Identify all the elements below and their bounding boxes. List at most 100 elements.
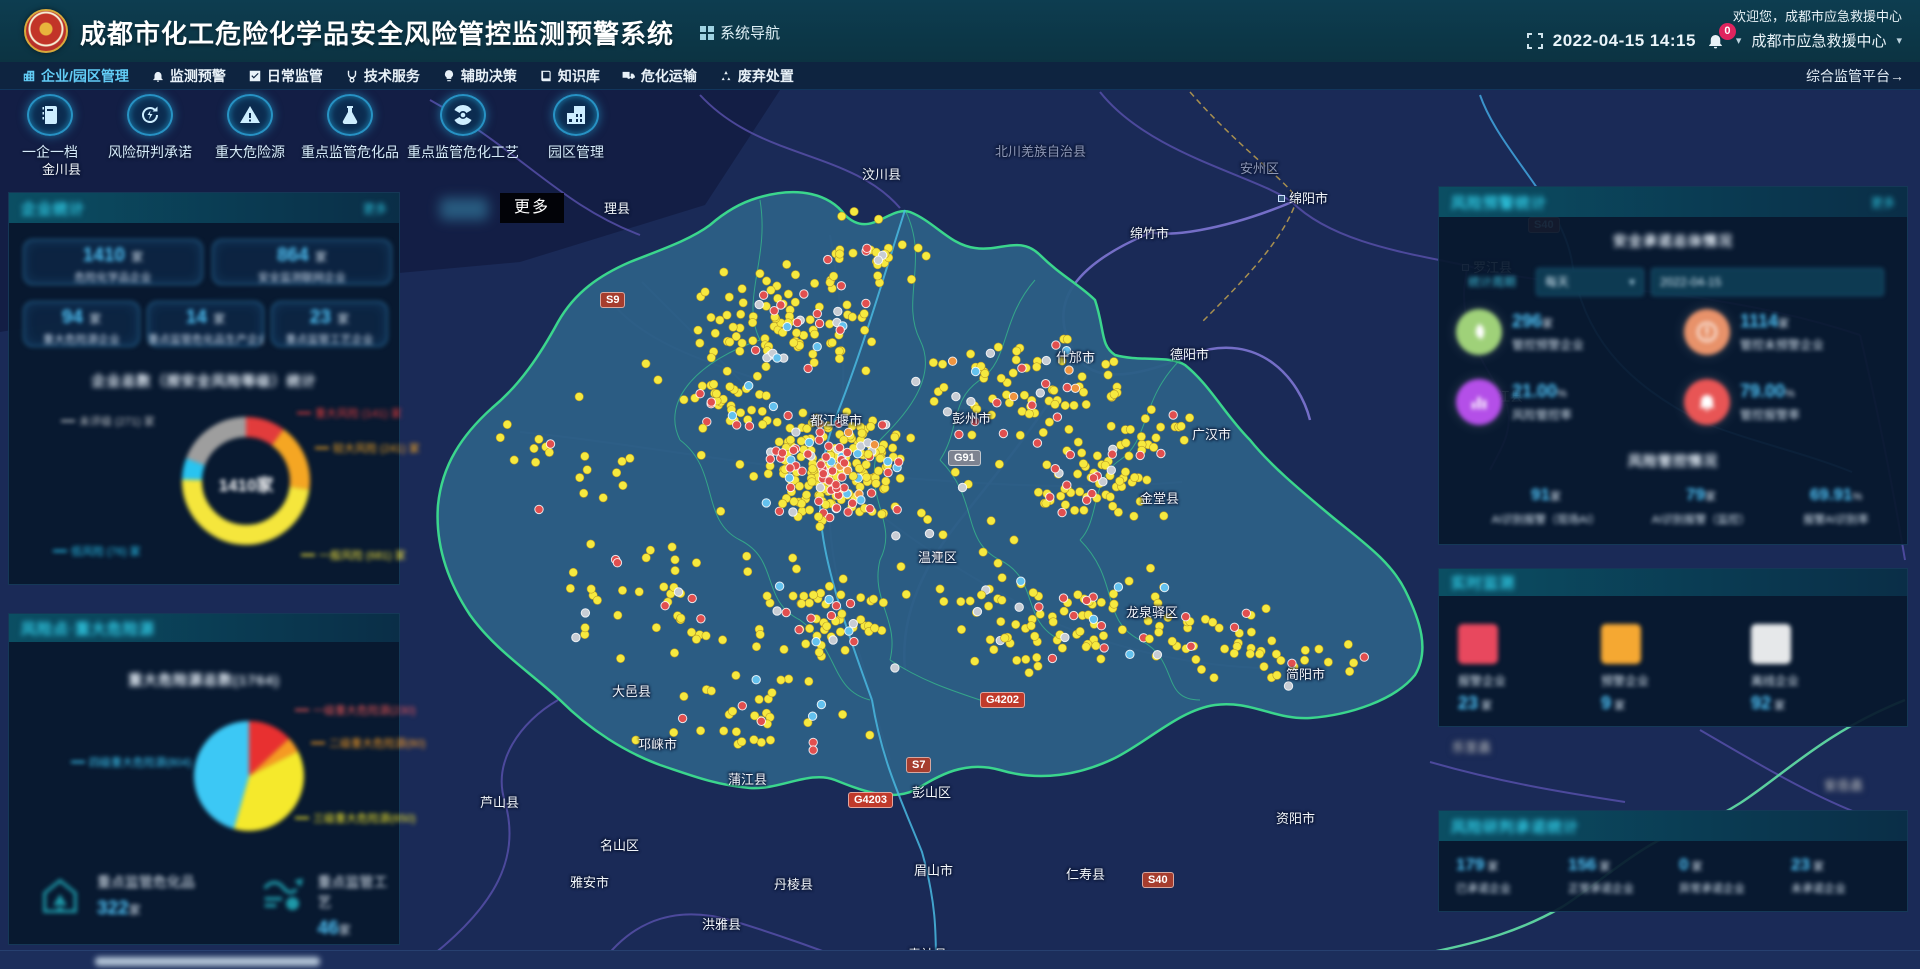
map-label-text: 丹棱县 (774, 877, 813, 892)
panel-body: 179 家已承诺企业156 家正常承诺企业0 家异常承诺企业23 家未承诺企业 (1439, 811, 1907, 911)
map-label-邛崃市: 邛崃市 (638, 734, 677, 753)
donut-segment-未评级[interactable] (196, 427, 247, 462)
stat-label: 安全监测联网企业 (213, 269, 391, 285)
map-label-温江区: 温江区 (918, 547, 957, 566)
subnav-item-重点监管危化工艺[interactable]: 重点监管危化工艺 (400, 92, 526, 162)
chevron-down-icon[interactable]: ▾ (1736, 34, 1742, 47)
date-input[interactable]: 2022-04-15 (1651, 268, 1884, 296)
app-header: 成都市化工危险化学品安全风险管控监测预警系统 系统导航 欢迎您，成都市应急救援中… (0, 0, 1920, 62)
recycle-icon (719, 69, 733, 83)
period-select[interactable]: 每天▾ (1536, 268, 1644, 296)
bulb-icon (442, 69, 456, 83)
subnav-item-重点监管危化品[interactable]: 重点监管危化品 (300, 92, 400, 162)
blurred-map-label (440, 198, 488, 220)
enterprise-panel: 企业统计 更多 企业总数（按安全风险等级）统计 1410家 1410 家危险化学… (8, 192, 400, 585)
subnav-item-一企一档[interactable]: 一企一档 (0, 92, 100, 162)
monitor-item-报警企业: 报警企业23 家 (1458, 624, 1506, 714)
label-tick (311, 742, 325, 744)
subnav-item-园区管理[interactable]: 园区管理 (526, 92, 626, 162)
subnav-item-label: 重点监管危化品 (301, 142, 399, 162)
flask-icon (327, 94, 373, 136)
stat-unit: 家 (334, 312, 349, 326)
notifications-button[interactable]: 0 (1706, 31, 1726, 51)
subnav-item-label: 一企一档 (22, 142, 78, 162)
map-label-理县: 理县 (604, 198, 630, 217)
label-tick (297, 412, 311, 414)
process-icon (451, 103, 475, 127)
status-square (1751, 624, 1791, 664)
stat-value: 14 家 (148, 307, 263, 329)
stat-box-重点监管危化品生产企业[interactable]: 14 家重点监管危化品生产企业 (147, 301, 264, 347)
stat-unit: 家 (1550, 491, 1561, 503)
stat-box-危险化学品企业[interactable]: 1410 家危险化学品企业 (23, 239, 203, 285)
nav-item-日常监管[interactable]: 日常监管 (248, 66, 323, 86)
nav-item-监测预警[interactable]: 监测预警 (151, 66, 226, 86)
warning-icon (227, 94, 273, 136)
user-menu[interactable]: 成都市应急救援中心 (1751, 30, 1886, 51)
subnav-item-label: 园区管理 (548, 142, 604, 162)
platform-link[interactable]: 综合监管平台→ (1806, 66, 1904, 86)
pie-label: 三级重大危险源(650) (295, 810, 416, 826)
stat-unit: % (1785, 388, 1795, 400)
fullscreen-icon[interactable] (1527, 33, 1543, 49)
kpi-label: 重点监管危化品 (97, 872, 195, 892)
monitor-item-离线企业: 离线企业92 家 (1751, 624, 1799, 714)
donut-segment-低风险[interactable] (192, 462, 196, 480)
commitment-stat: 179 家已承诺企业 (1456, 855, 1511, 896)
stat-box-重点监管工艺企业[interactable]: 23 家重点监管工艺企业 (271, 301, 388, 347)
subnav-item-重大危险源[interactable]: 重大危险源 (200, 92, 300, 162)
item-value: 92 家 (1751, 693, 1799, 714)
system-nav-button[interactable]: 系统导航 (700, 22, 780, 43)
check-icon (248, 69, 262, 83)
stat-value: 296家 (1512, 311, 1584, 332)
map-label-蒲江县: 蒲江县 (728, 769, 767, 788)
panel-body: 重大危险源总数(1764) 一级重大危险源(230)二级重大危险源(80)三级重… (9, 614, 399, 944)
map-label-text: 资阳市 (1276, 811, 1315, 826)
chevron-down-icon[interactable]: ▾ (1896, 34, 1902, 47)
map-label-金堂县: 金堂县 (1140, 488, 1179, 507)
item-label: 预警企业 (1601, 672, 1649, 689)
footer-strip (0, 950, 1920, 969)
map-label-text: 龙泉驿区 (1126, 605, 1178, 620)
map-label-text: 德阳市 (1170, 347, 1209, 362)
map-label-text: 金堂县 (1140, 491, 1179, 506)
nav-item-label: 废弃处置 (738, 66, 794, 86)
alert-icon (1695, 320, 1719, 344)
map-label-text: 眉山市 (914, 863, 953, 878)
subnav-item-风险研判承诺[interactable]: 风险研判承诺 (100, 92, 200, 162)
nav-items: 企业/园区管理 监测预警 日常监管 技术服务 辅助决策 知识库 危化运输 废弃处置 (0, 66, 794, 86)
monitor-panel: 实时监测 报警企业23 家预警企业9 家离线企业92 家 (1438, 568, 1908, 727)
nav-item-知识库[interactable]: 知识库 (539, 66, 600, 86)
map-label-安岳县: 安岳县 (1824, 775, 1863, 794)
leaf-icon (1467, 320, 1491, 344)
home-shield-icon (37, 872, 83, 918)
nav-item-企业/园区管理[interactable]: 企业/园区管理 (22, 66, 129, 86)
item-value: 9 家 (1601, 693, 1649, 714)
nav-item-危化运输[interactable]: 危化运输 (622, 66, 697, 86)
nav-item-辅助决策[interactable]: 辅助决策 (442, 66, 517, 86)
home-shield-icon (37, 872, 85, 920)
stat-label: 管控未预警企业 (1740, 336, 1824, 353)
donut-segment-重大风险[interactable] (246, 427, 278, 437)
warning-stat-管控预警企业: 296家管控预警企业 (1456, 309, 1584, 355)
stat-box-重大危险源企业[interactable]: 94 家重大危险源企业 (23, 301, 140, 347)
leaf-icon (1456, 309, 1502, 355)
stat-unit: 家 (1705, 491, 1716, 503)
label-tick (61, 420, 75, 422)
stat-value: 94 家 (24, 307, 139, 329)
map-more-button[interactable]: 更多 (500, 193, 564, 223)
stat-unit: % (1557, 388, 1567, 400)
label-text: 四级重大危险源(804) (89, 757, 192, 769)
donut-label: 较大风险 (241) 家 (315, 440, 420, 456)
process-flow-icon (259, 872, 306, 920)
stat-box-安全监测联网企业[interactable]: 864 家安全监测联网企业 (212, 239, 392, 285)
map-label-text: 理县 (604, 201, 630, 216)
kpi-重点监管工艺: 重点监管工艺46家 (259, 872, 399, 940)
map-label-绵阳市: 绵阳市 (1278, 188, 1328, 207)
status-square (1458, 624, 1498, 664)
nav-item-废弃处置[interactable]: 废弃处置 (719, 66, 794, 86)
alarm-icon (1684, 379, 1730, 425)
stat-value: 179 家 (1456, 855, 1511, 875)
pie-label: 四级重大危险源(804) (71, 754, 192, 770)
nav-item-技术服务[interactable]: 技术服务 (345, 66, 420, 86)
